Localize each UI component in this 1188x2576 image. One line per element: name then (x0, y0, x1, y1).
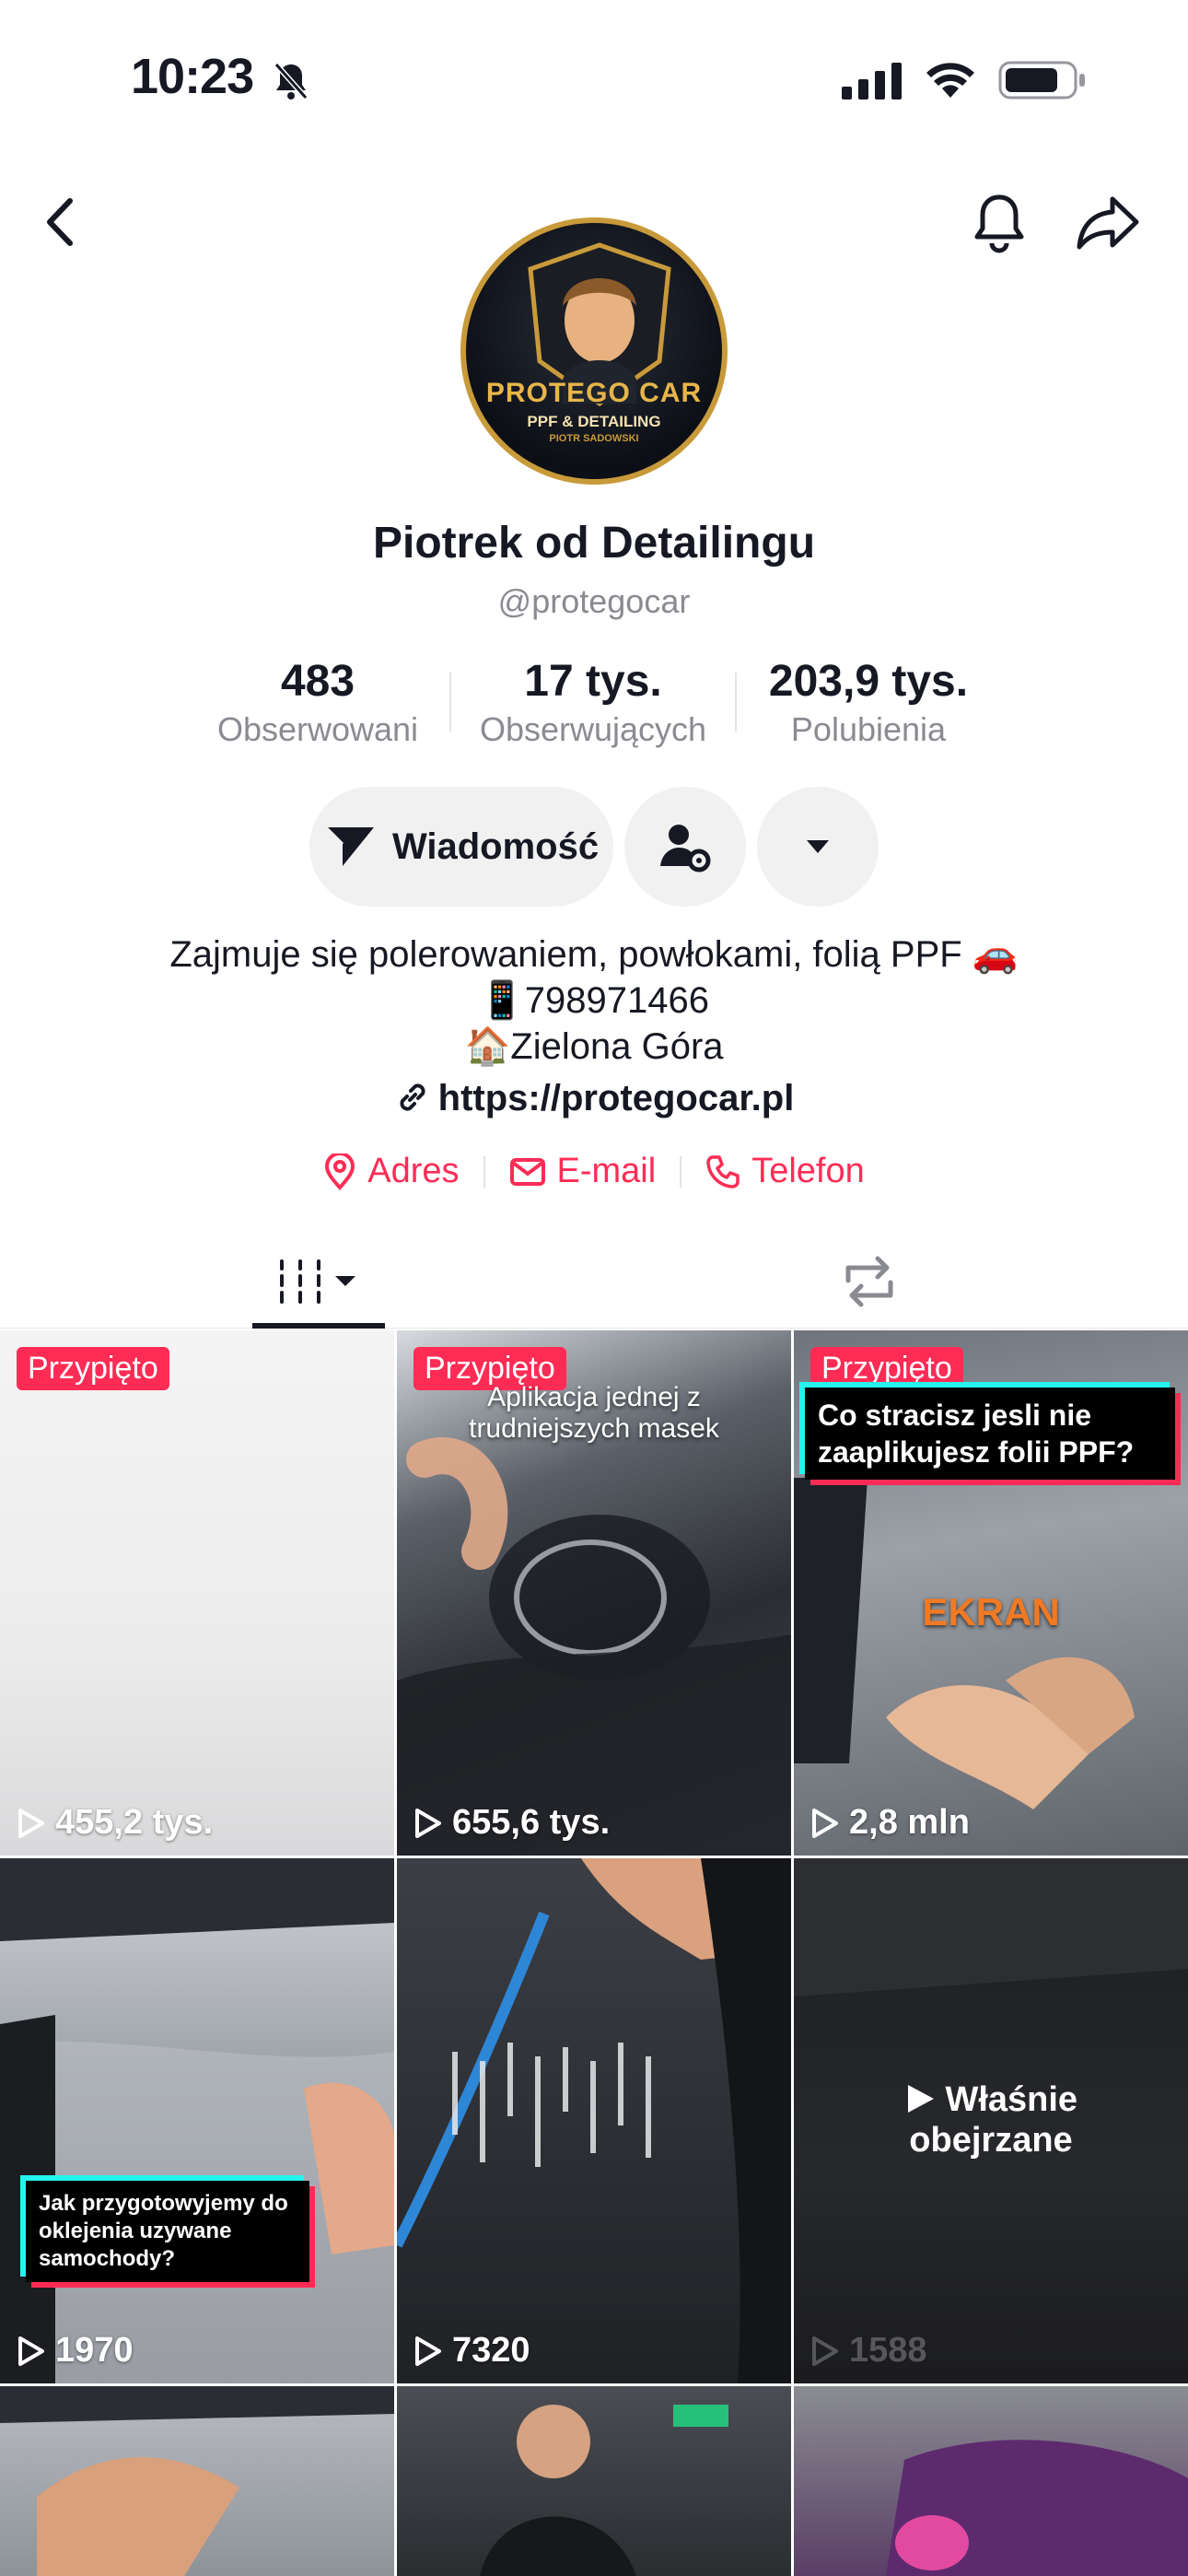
play-outline-icon (415, 1808, 441, 1838)
view-count-text: 655,6 tys. (452, 1803, 611, 1842)
repost-icon (845, 1256, 893, 1307)
phone-icon (706, 1154, 740, 1188)
avatar-owner-text: PIOTR SADOWSKI (549, 433, 639, 444)
stat-label: Obserwowani (216, 710, 419, 748)
message-button-label: Wiadomość (391, 825, 600, 867)
back-arrow-icon[interactable] (37, 192, 85, 252)
stat-value: 203,9 tys. (768, 657, 969, 706)
wifi-icon (926, 63, 974, 98)
view-count-text: 455,2 tys. (55, 1803, 214, 1842)
view-count-text: 7320 (452, 2331, 530, 2370)
caret-down-icon (807, 840, 829, 853)
video-tile[interactable]: Jak przygotowyjemy do oklejenia uzywane … (0, 1858, 394, 2383)
video-tile[interactable]: Przypięto 455,2 tys. (0, 1330, 394, 1856)
stat-value: 483 (280, 657, 355, 706)
bio-website-link[interactable]: https://protegocar.pl (0, 1078, 1188, 1119)
view-count-text: 2,8 mln (849, 1803, 970, 1842)
view-count: 1588 (810, 2331, 927, 2371)
status-time: 10:23 (131, 49, 254, 104)
more-options-button[interactable] (757, 787, 879, 907)
view-count: 7320 (413, 2331, 530, 2371)
video-overlay-word: EKRAN (922, 1590, 1060, 1633)
stat-divider (735, 673, 737, 732)
link-icon (400, 1083, 425, 1111)
tab-videos[interactable] (252, 1235, 385, 1329)
video-title: Co stracisz jesli nie zaaplikujesz folii… (805, 1388, 1175, 1480)
video-tile[interactable]: 7320 (397, 1858, 791, 2383)
play-outline-icon (415, 2336, 441, 2366)
location-pin-icon (325, 1153, 355, 1190)
contact-email-label: E-mail (556, 1152, 657, 1190)
pinned-badge: Przypięto (17, 1347, 169, 1390)
video-tile[interactable]: Przypięto Co stracisz jesli nie zaapliku… (794, 1330, 1188, 1856)
tab-active-indicator (252, 1323, 385, 1329)
video-title: Jak przygotowyjemy do oklejenia uzywane … (26, 2181, 309, 2282)
user-settings-icon (660, 825, 711, 872)
profile-handle: @protegocar (497, 582, 691, 620)
avatar-subtitle-text: PPF & DETAILING (527, 413, 661, 430)
pinned-badge: Przypięto (810, 1347, 963, 1390)
stat-label: Obserwujących (479, 710, 707, 748)
contact-email-button[interactable]: E-mail (509, 1152, 657, 1191)
play-filled-icon (907, 2085, 934, 2113)
stat-label: Polubienia (790, 710, 947, 748)
video-thumbnail (886, 2440, 1188, 2576)
cellular-signal-icon (842, 63, 902, 100)
contact-address-button[interactable]: Adres (323, 1152, 460, 1191)
video-thumbnail (397, 1858, 791, 2383)
contact-divider (483, 1155, 485, 1188)
just-watched-text: Właśnie (945, 2080, 1078, 2119)
status-bar: 10:23 (0, 0, 1188, 157)
just-watched-label: Właśnie obejrzane (794, 2079, 1188, 2160)
stat-likes[interactable]: 203,9 tys. Polubienia (744, 656, 993, 749)
avatar-brand-text: PROTEGO CAR (485, 378, 703, 408)
stat-followers[interactable]: 17 tys. Obserwujących (457, 656, 729, 749)
bio-phone: 📱798971466 (478, 980, 710, 1021)
view-count-text: 1970 (55, 2331, 134, 2370)
stat-following[interactable]: 483 Obserwowani (193, 656, 442, 749)
video-thumbnail (480, 2405, 728, 2576)
bio-website-text: https://protegocar.pl (437, 1078, 795, 1118)
video-thumbnail (0, 1858, 394, 2383)
video-tile[interactable] (397, 2386, 791, 2576)
play-outline-icon (18, 1808, 44, 1838)
play-outline-icon (812, 1808, 838, 1838)
mail-icon (509, 1157, 545, 1186)
video-title: Aplikacja jednej z trudniejszych masek (469, 1382, 719, 1444)
bio-description: Zajmuje się polerowaniem, powłokami, fol… (169, 934, 1019, 975)
video-grid-icon (280, 1259, 355, 1304)
view-count-text: 1588 (849, 2331, 927, 2370)
contact-address-label: Adres (367, 1152, 460, 1190)
play-outline-icon (18, 2336, 44, 2366)
bio-location: 🏠Zielona Góra (464, 1026, 724, 1067)
bell-muted-icon (274, 63, 309, 100)
contact-divider (680, 1155, 682, 1188)
play-outline-icon (812, 2336, 838, 2366)
view-count: 2,8 mln (810, 1803, 970, 1843)
contact-phone-button[interactable]: Telefon (705, 1152, 865, 1191)
profile-tabs (0, 1235, 1188, 1329)
view-count: 1970 (17, 2331, 134, 2371)
just-watched-text: obejrzane (909, 2121, 1073, 2160)
video-tile[interactable]: Właśnie obejrzane 1588 (794, 1858, 1188, 2383)
profile-name: Piotrek od Detailingu (372, 519, 816, 568)
avatar[interactable]: PROTEGO CAR PPF & DETAILING PIOTR SADOWS… (460, 217, 728, 485)
stat-value: 17 tys. (524, 657, 662, 706)
contact-links: Adres E-mail Telefon (0, 1152, 1188, 1191)
notification-bell-icon[interactable] (969, 190, 1030, 254)
friends-settings-button[interactable] (624, 787, 746, 907)
stat-divider (449, 673, 451, 732)
video-tile[interactable] (0, 2386, 394, 2576)
video-thumbnail (0, 2386, 394, 2576)
video-tile[interactable]: Przypięto Aplikacja jednej z trudniejszy… (397, 1330, 791, 1856)
battery-icon (998, 61, 1085, 100)
video-tile[interactable] (794, 2386, 1188, 2576)
share-arrow-icon[interactable] (1074, 190, 1142, 254)
tab-reposts[interactable] (829, 1235, 910, 1329)
contact-phone-label: Telefon (751, 1152, 865, 1190)
send-icon (324, 825, 374, 866)
view-count: 655,6 tys. (413, 1803, 610, 1843)
message-button[interactable]: Wiadomość (309, 787, 613, 907)
view-count: 455,2 tys. (17, 1803, 213, 1843)
